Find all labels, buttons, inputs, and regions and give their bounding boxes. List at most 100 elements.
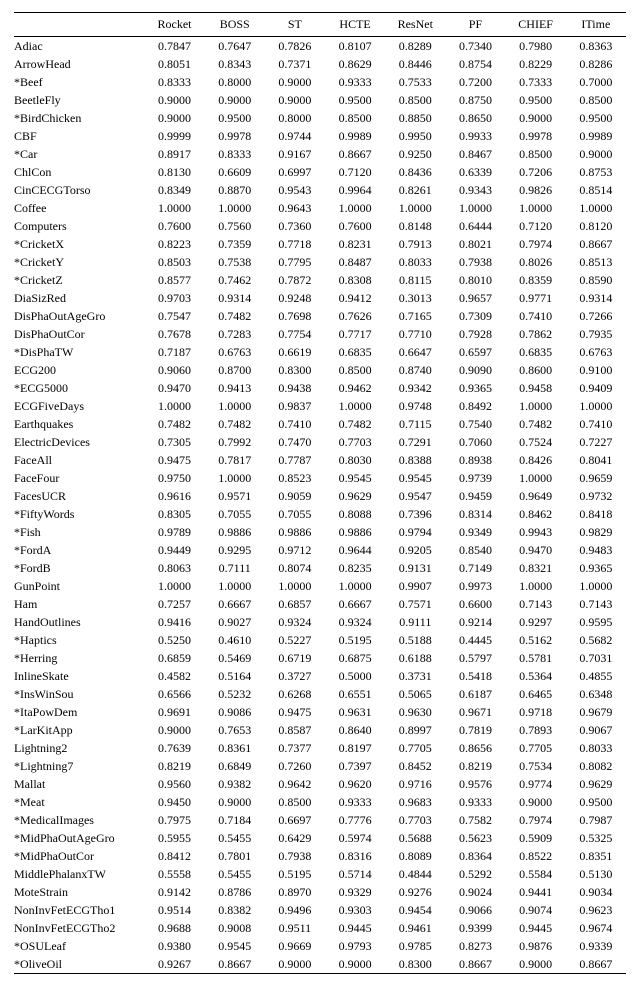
col-header: PF <box>445 13 505 37</box>
table-row: *DisPhaTW0.71870.67630.66190.68350.66470… <box>14 343 626 361</box>
cell-value: 0.9034 <box>566 883 626 901</box>
cell-value: 0.8010 <box>445 271 505 289</box>
cell-value: 0.7200 <box>445 73 505 91</box>
cell-value: 0.9644 <box>325 541 385 559</box>
cell-value: 0.9500 <box>325 91 385 109</box>
cell-value: 0.7482 <box>144 415 204 433</box>
table-head: Rocket BOSS ST HCTE ResNet PF CHIEF ITim… <box>14 13 626 37</box>
table-row: *FordA0.94490.92950.97120.96440.92050.85… <box>14 541 626 559</box>
row-name: *ECG5000 <box>14 379 144 397</box>
cell-value: 0.7718 <box>265 235 325 253</box>
cell-value: 0.9000 <box>205 91 265 109</box>
cell-value: 0.8503 <box>144 253 204 271</box>
cell-value: 0.9329 <box>325 883 385 901</box>
cell-value: 1.0000 <box>506 469 566 487</box>
table-body: Adiac0.78470.76470.78260.81070.82890.734… <box>14 37 626 974</box>
cell-value: 0.6465 <box>506 685 566 703</box>
cell-value: 0.9547 <box>385 487 445 505</box>
cell-value: 0.9409 <box>566 379 626 397</box>
table-row: *FiftyWords0.83050.70550.70550.80880.739… <box>14 505 626 523</box>
cell-value: 0.8492 <box>445 397 505 415</box>
cell-value: 0.9732 <box>566 487 626 505</box>
cell-value: 0.9214 <box>445 613 505 631</box>
cell-value: 0.9657 <box>445 289 505 307</box>
row-name: Lightning2 <box>14 739 144 757</box>
table-row: CinCECGTorso0.83490.88700.95430.99640.82… <box>14 181 626 199</box>
cell-value: 0.6609 <box>205 163 265 181</box>
cell-value: 0.7482 <box>325 415 385 433</box>
cell-value: 0.9333 <box>445 793 505 811</box>
cell-value: 0.8412 <box>144 847 204 865</box>
cell-value: 0.7377 <box>265 739 325 757</box>
cell-value: 0.9560 <box>144 775 204 793</box>
cell-value: 0.8115 <box>385 271 445 289</box>
table-row: InlineSkate0.45820.51640.37270.50000.373… <box>14 667 626 685</box>
table-row: NonInvFetECGTho10.95140.83820.94960.9303… <box>14 901 626 919</box>
cell-value: 0.7396 <box>385 505 445 523</box>
header-row: Rocket BOSS ST HCTE ResNet PF CHIEF ITim… <box>14 13 626 37</box>
cell-value: 0.8273 <box>445 937 505 955</box>
cell-value: 1.0000 <box>205 469 265 487</box>
cell-value: 0.8650 <box>445 109 505 127</box>
cell-value: 0.9000 <box>265 955 325 974</box>
row-name: *LarKitApp <box>14 721 144 739</box>
cell-value: 0.8629 <box>325 55 385 73</box>
table-row: *Haptics0.52500.46100.52270.51950.51880.… <box>14 631 626 649</box>
cell-value: 0.9748 <box>385 397 445 415</box>
table-row: CBF0.99990.99780.97440.99890.99500.99330… <box>14 127 626 145</box>
cell-value: 0.9458 <box>506 379 566 397</box>
cell-value: 0.5688 <box>385 829 445 847</box>
row-name: *FordA <box>14 541 144 559</box>
cell-value: 0.5418 <box>445 667 505 685</box>
cell-value: 0.9000 <box>144 721 204 739</box>
cell-value: 0.7291 <box>385 433 445 451</box>
table-row: ECG2000.90600.87000.83000.85000.87400.90… <box>14 361 626 379</box>
table-row: FacesUCR0.96160.95710.90590.96290.95470.… <box>14 487 626 505</box>
cell-value: 0.9545 <box>205 937 265 955</box>
cell-value: 0.7639 <box>144 739 204 757</box>
cell-value: 0.8850 <box>385 109 445 127</box>
cell-value: 0.9837 <box>265 397 325 415</box>
table-row: Adiac0.78470.76470.78260.81070.82890.734… <box>14 37 626 56</box>
cell-value: 0.9500 <box>566 793 626 811</box>
row-name: Adiac <box>14 37 144 56</box>
cell-value: 0.8314 <box>445 505 505 523</box>
cell-value: 0.8522 <box>506 847 566 865</box>
header-blank <box>14 13 144 37</box>
cell-value: 0.8970 <box>265 883 325 901</box>
table-row: HandOutlines0.94160.90270.93240.93240.91… <box>14 613 626 631</box>
cell-value: 0.8500 <box>566 91 626 109</box>
table-row: Earthquakes0.74820.74820.74100.74820.711… <box>14 415 626 433</box>
cell-value: 0.9629 <box>566 775 626 793</box>
cell-value: 0.4855 <box>566 667 626 685</box>
table-row: *CricketY0.85030.75380.77950.84870.80330… <box>14 253 626 271</box>
cell-value: 0.6566 <box>144 685 204 703</box>
cell-value: 0.9623 <box>566 901 626 919</box>
cell-value: 0.7462 <box>205 271 265 289</box>
row-name: *CricketY <box>14 253 144 271</box>
cell-value: 0.9000 <box>144 91 204 109</box>
cell-value: 0.3731 <box>385 667 445 685</box>
row-name: InlineSkate <box>14 667 144 685</box>
cell-value: 0.7524 <box>506 433 566 451</box>
cell-value: 0.6348 <box>566 685 626 703</box>
cell-value: 0.9739 <box>445 469 505 487</box>
cell-value: 0.9413 <box>205 379 265 397</box>
table-row: DisPhaOutCor0.76780.72830.77540.77170.77… <box>14 325 626 343</box>
cell-value: 0.4445 <box>445 631 505 649</box>
table-row: *Car0.89170.83330.91670.86670.92500.8467… <box>14 145 626 163</box>
cell-value: 0.8148 <box>385 217 445 235</box>
cell-value: 0.7206 <box>506 163 566 181</box>
cell-value: 0.6188 <box>385 649 445 667</box>
cell-value: 0.9131 <box>385 559 445 577</box>
cell-value: 0.8500 <box>265 793 325 811</box>
cell-value: 0.5195 <box>265 865 325 883</box>
cell-value: 0.8000 <box>265 109 325 127</box>
cell-value: 0.9989 <box>566 127 626 145</box>
cell-value: 0.8088 <box>325 505 385 523</box>
cell-value: 0.6429 <box>265 829 325 847</box>
cell-value: 0.5909 <box>506 829 566 847</box>
cell-value: 0.9412 <box>325 289 385 307</box>
row-name: CinCECGTorso <box>14 181 144 199</box>
table-row: *Lightning70.82190.68490.72600.73970.845… <box>14 757 626 775</box>
